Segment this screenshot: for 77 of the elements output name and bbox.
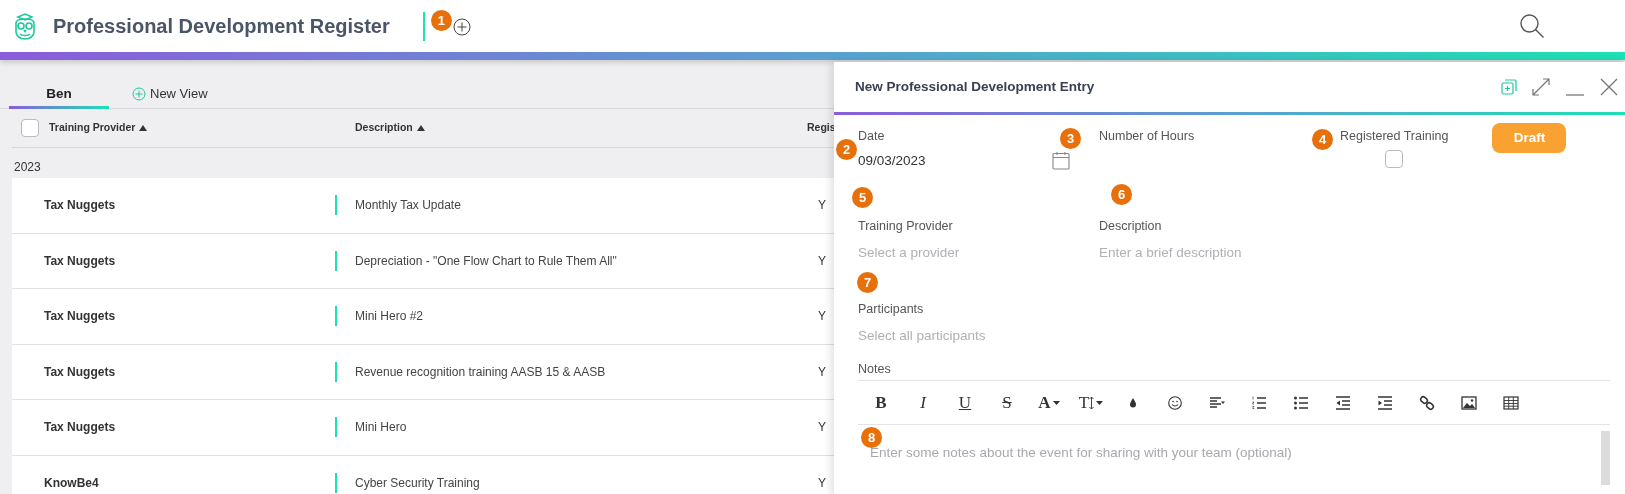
align-left-icon: [1209, 394, 1225, 411]
table-cell: Y: [818, 253, 826, 268]
callout-badge: 3: [1060, 128, 1081, 149]
minimize-icon: [1565, 94, 1585, 96]
expand-button[interactable]: [1531, 77, 1551, 97]
field-label: Participants: [858, 300, 924, 318]
table-cell: Y: [818, 364, 826, 379]
callout-badge: 2: [836, 139, 857, 160]
calendar-icon: [1052, 151, 1070, 171]
table-cell: Tax Nuggets: [44, 420, 116, 435]
bullet-list-icon: [1293, 394, 1309, 411]
table-cell: Tax Nuggets: [44, 364, 116, 379]
field-label: Date: [858, 128, 885, 145]
caret-icon: [1052, 400, 1060, 405]
close-button[interactable]: [1599, 77, 1619, 97]
table-cell-text: Monthly Tax Update: [355, 197, 461, 215]
callout-badge: 4: [1312, 129, 1333, 150]
table-cell: Y: [818, 309, 826, 324]
numbered-list-icon: [1251, 394, 1267, 411]
provider-field[interactable]: Select a provider: [858, 242, 1078, 263]
description-field[interactable]: Enter a brief description: [1099, 242, 1319, 263]
table-icon: [1503, 394, 1519, 411]
column-header[interactable]: Regis: [807, 120, 836, 136]
table-cell: Y: [818, 420, 826, 435]
callout-badge: 6: [1111, 184, 1132, 205]
image-icon: [1461, 394, 1477, 411]
strikethrough-button[interactable]: S: [986, 386, 1028, 419]
panel-title: New Professional Development Entry: [855, 77, 1095, 96]
smiley-icon: [1167, 394, 1183, 411]
table-cell-text: Cyber Security Training: [355, 474, 480, 492]
italic-button[interactable]: I: [902, 386, 944, 419]
underline-button[interactable]: U: [944, 386, 986, 419]
table-cell: KnowBe4: [44, 475, 99, 490]
plus-circle-icon: [452, 17, 471, 36]
field-label: Notes: [858, 360, 891, 378]
column-header[interactable]: Training Provider: [49, 120, 136, 136]
column-header[interactable]: Description: [355, 120, 413, 136]
participants-field[interactable]: Select all participants: [858, 325, 1078, 346]
table-cell-text: Mini Hero #2: [355, 308, 424, 326]
table-cell: Tax Nuggets: [44, 198, 116, 213]
scrollbar[interactable]: [1601, 431, 1610, 486]
link-icon: [1419, 394, 1435, 411]
new-view-tab[interactable]: New View: [132, 64, 208, 104]
field-label: Registered Training: [1340, 128, 1449, 145]
search-icon: [1519, 13, 1545, 39]
search-button[interactable]: [1519, 13, 1545, 39]
callout-badge: 8: [861, 427, 882, 449]
table-cell: Y: [818, 198, 826, 213]
callout-badge: 5: [852, 187, 873, 208]
close-icon: [1599, 77, 1619, 97]
caret-icon: [1096, 400, 1104, 405]
select-all-checkbox[interactable]: [21, 119, 39, 137]
table-cell: Tax Nuggets: [44, 253, 116, 268]
callout-badge: 7: [857, 271, 878, 293]
table-cell-text: Mini Hero: [355, 419, 407, 437]
copy-plus-icon: [1501, 79, 1517, 95]
up-down-arrow-icon: [1089, 395, 1095, 410]
font-button[interactable]: A: [1028, 386, 1070, 419]
expand-icon: [1531, 77, 1551, 97]
app-title: Professional Development Register: [53, 14, 390, 39]
table-cell-text: Depreciation - "One Flow Chart to Rule Them All": [355, 252, 617, 270]
plus-circle-icon: [132, 87, 146, 101]
field-label: Description: [1099, 218, 1162, 235]
callout-badge: 1: [430, 10, 452, 31]
view-tab[interactable]: Ben: [9, 60, 109, 108]
checkbox[interactable]: [1385, 149, 1404, 168]
date-field[interactable]: 09/03/2023: [858, 150, 926, 171]
font-size-button[interactable]: T: [1070, 386, 1112, 419]
table-cell-text: Revenue recognition training AASB 15 & AASB: [355, 363, 606, 381]
bold-button[interactable]: B: [860, 386, 902, 419]
indent-icon: [1377, 394, 1393, 411]
outdent-icon: [1335, 394, 1351, 411]
group-header: 2023: [13, 159, 42, 176]
table-cell: Tax Nuggets: [44, 309, 116, 324]
field-label: Number of Hours: [1099, 128, 1195, 145]
table-cell: Y: [818, 475, 826, 490]
field-label: Training Provider: [858, 218, 953, 235]
